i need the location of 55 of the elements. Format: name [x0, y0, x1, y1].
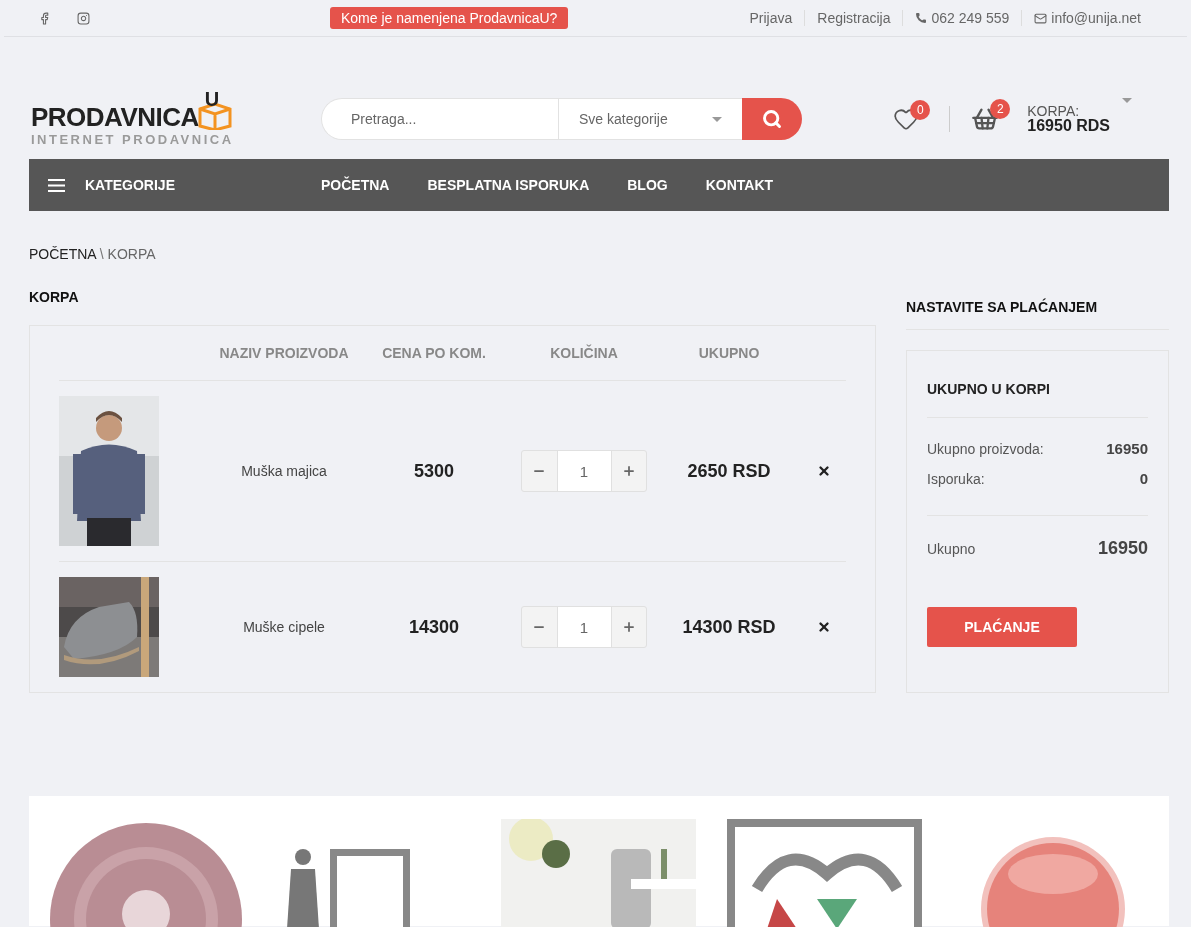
summary-label: Isporuka: [927, 470, 985, 487]
breadcrumb-separator: \ [98, 246, 105, 262]
nav-link[interactable]: BLOG [627, 177, 668, 193]
facebook-icon[interactable] [38, 11, 51, 25]
quantity-field[interactable]: 1 [556, 607, 612, 647]
mail-icon [1034, 11, 1048, 25]
line-total: 2650 RSD [686, 460, 772, 482]
cart-label: KORPA: [1027, 104, 1081, 118]
summary-label: Ukupno proizvoda: [927, 440, 1044, 457]
categories-menu[interactable]: KATEGORIJE [48, 177, 321, 193]
breadcrumb-item[interactable]: POČETNA [29, 246, 96, 262]
plus-icon [621, 620, 636, 634]
wishlist-count: 0 [910, 100, 931, 120]
cart-title: KORPA [29, 289, 80, 306]
logo-letter: U [204, 87, 220, 111]
unit-price: 5300 [412, 460, 455, 482]
instagram-icon[interactable] [77, 11, 90, 25]
checkout-heading: NASTAVITE SA PLAĆANJEM [906, 299, 1169, 330]
close-icon [817, 620, 831, 634]
promo-link[interactable]: Kome je namenjena ProdavnicaU? [330, 7, 569, 29]
column-header: CENA PO KOM. [381, 345, 487, 361]
product-name[interactable]: Muške cipele [209, 619, 359, 635]
nav-link[interactable]: POČETNA [321, 177, 390, 193]
phone-link[interactable]: 062 249 559 [902, 10, 1022, 26]
top-link[interactable]: Prijava [737, 10, 805, 26]
quantity-field[interactable]: 1 [556, 451, 612, 491]
search-button[interactable] [742, 98, 802, 140]
checkout-button[interactable]: PLAĆANJE [927, 607, 1077, 647]
close-icon [817, 464, 831, 478]
column-header: KOLIČINA [549, 345, 619, 361]
summary-value: 16950 [1106, 440, 1148, 457]
logo-tagline: INTERNET PRODAVNICA [31, 131, 235, 147]
category-select[interactable]: Sve kategorije [558, 98, 742, 140]
phone-icon [915, 12, 928, 24]
breadcrumb-item: KORPA [107, 246, 156, 262]
search-icon [762, 109, 782, 129]
cart-count: 2 [990, 99, 1011, 119]
logo-text: PRODAVNICA [31, 103, 199, 130]
total-label: Ukupno [927, 540, 976, 557]
plus-icon [621, 464, 636, 478]
unit-price: 14300 [407, 616, 461, 638]
cart-total: 16950 RDS [1027, 118, 1110, 134]
top-link[interactable]: Registracija [804, 10, 903, 26]
email-link[interactable]: info@unija.net [1021, 10, 1153, 26]
menu-icon [48, 178, 65, 192]
summary-value: 0 [1139, 470, 1148, 487]
summary-title: UKUPNO U KORPI [927, 351, 1148, 418]
column-header: UKUPNO [697, 345, 761, 361]
nav-link[interactable]: BESPLATNA ISPORUKA [427, 177, 590, 193]
column-header: NAZIV PROIZVODA [218, 345, 350, 361]
nav-link[interactable]: KONTAKT [705, 177, 774, 193]
line-total: 14300 RSD [681, 616, 777, 638]
product-name[interactable]: Muška majica [209, 463, 359, 479]
total-value: 16950 [1097, 538, 1148, 559]
search-field[interactable]: Pretraga... [321, 98, 558, 140]
